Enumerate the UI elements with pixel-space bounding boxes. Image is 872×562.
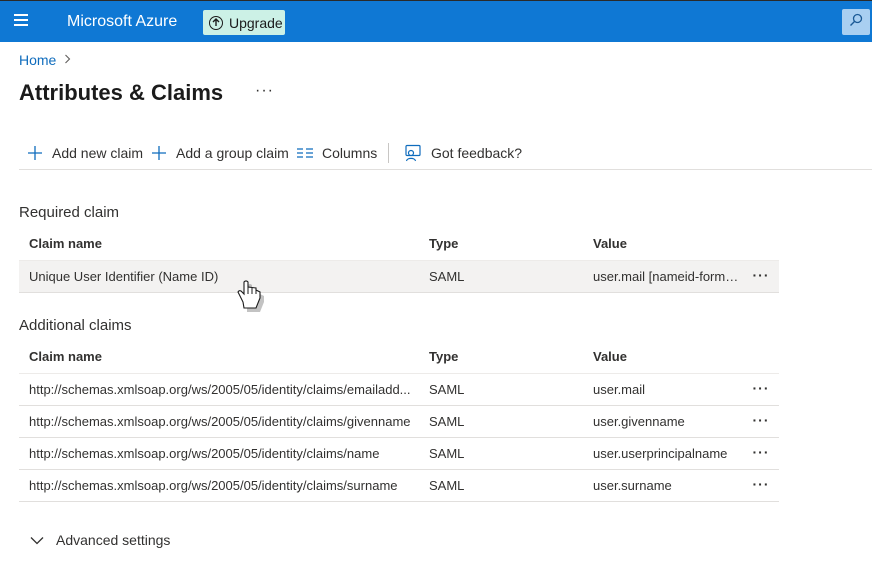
claim-name-cell: http://schemas.xmlsoap.org/ws/2005/05/id… (29, 382, 411, 397)
row-more-icon[interactable]: ··· (749, 261, 773, 293)
row-more-icon[interactable]: ··· (749, 374, 773, 406)
claim-type-cell: SAML (429, 446, 465, 461)
hand-cursor-icon (236, 280, 264, 317)
claim-type-cell: SAML (429, 269, 465, 284)
add-group-claim-button[interactable]: Add a group claim (151, 143, 289, 163)
plus-icon (151, 145, 167, 161)
column-header-value[interactable]: Value (593, 229, 743, 261)
add-new-claim-label: Add new claim (52, 145, 144, 161)
table-row[interactable]: http://schemas.xmlsoap.org/ws/2005/05/id… (19, 438, 779, 470)
column-header-claim-name[interactable]: Claim name (29, 342, 421, 374)
column-header-type[interactable]: Type (429, 342, 579, 374)
table-row[interactable]: Unique User Identifier (Name ID) SAML us… (19, 261, 779, 293)
add-new-claim-button[interactable]: Add new claim (27, 143, 143, 163)
claim-value-cell: user.mail (593, 382, 646, 397)
claim-name-cell: http://schemas.xmlsoap.org/ws/2005/05/id… (29, 414, 411, 429)
claim-value-cell: user.givenname (593, 414, 685, 429)
search-icon (849, 13, 863, 32)
page-title: Attributes & Claims (19, 80, 224, 105)
table-row[interactable]: http://schemas.xmlsoap.org/ws/2005/05/id… (19, 406, 779, 438)
row-more-icon[interactable]: ··· (749, 438, 773, 470)
breadcrumb: Home (19, 52, 71, 68)
claim-name-cell: http://schemas.xmlsoap.org/ws/2005/05/id… (29, 446, 380, 461)
column-header-claim-name[interactable]: Claim name (29, 229, 421, 261)
table-row[interactable]: http://schemas.xmlsoap.org/ws/2005/05/id… (19, 374, 779, 406)
grid-header: Claim name Type Value (19, 229, 779, 261)
add-group-claim-label: Add a group claim (176, 145, 289, 161)
feedback-icon (404, 144, 422, 162)
upgrade-label: Upgrade (229, 14, 283, 31)
claim-type-cell: SAML (429, 382, 465, 397)
claim-type-cell: SAML (429, 414, 465, 429)
top-bar: Microsoft Azure Upgrade (0, 0, 872, 42)
chevron-down-icon (30, 536, 44, 545)
columns-icon (297, 147, 313, 159)
upgrade-button[interactable]: Upgrade (203, 10, 285, 35)
columns-button[interactable]: Columns (297, 143, 377, 163)
row-more-icon[interactable]: ··· (749, 470, 773, 502)
row-more-icon[interactable]: ··· (749, 406, 773, 438)
got-feedback-button[interactable]: Got feedback? (404, 143, 522, 163)
table-row[interactable]: http://schemas.xmlsoap.org/ws/2005/05/id… (19, 470, 779, 502)
arrow-up-circle-icon (209, 15, 223, 30)
advanced-settings-toggle[interactable]: Advanced settings (30, 532, 170, 548)
required-claim-heading: Required claim (19, 204, 120, 221)
additional-claims-grid: Claim name Type Value http://schemas.xml… (19, 342, 779, 502)
claim-value-cell: user.surname (593, 478, 672, 493)
column-header-type[interactable]: Type (429, 229, 579, 261)
required-claim-grid: Claim name Type Value Unique User Identi… (19, 229, 779, 293)
search-button[interactable] (842, 9, 870, 35)
plus-icon (27, 145, 43, 161)
claim-name-cell: http://schemas.xmlsoap.org/ws/2005/05/id… (29, 478, 398, 493)
hamburger-menu-icon[interactable] (14, 14, 32, 30)
advanced-settings-label: Advanced settings (56, 532, 171, 548)
claim-type-cell: SAML (429, 478, 465, 493)
claim-name-cell: Unique User Identifier (Name ID) (29, 269, 219, 284)
title-more-icon[interactable]: ··· (255, 82, 274, 100)
chevron-right-icon (64, 53, 71, 67)
columns-label: Columns (322, 145, 378, 161)
brand-title[interactable]: Microsoft Azure (67, 13, 177, 31)
grid-header: Claim name Type Value (19, 342, 779, 374)
additional-claims-heading: Additional claims (19, 317, 132, 334)
got-feedback-label: Got feedback? (431, 145, 523, 161)
claim-value-cell: user.userprincipalname (593, 446, 728, 461)
column-header-value[interactable]: Value (593, 342, 743, 374)
breadcrumb-home-link[interactable]: Home (19, 52, 56, 68)
toolbar-divider (388, 143, 389, 163)
command-toolbar: Add new claim Add a group claim Columns … (19, 140, 872, 170)
claim-value-cell: user.mail [nameid-forma... (593, 269, 743, 284)
